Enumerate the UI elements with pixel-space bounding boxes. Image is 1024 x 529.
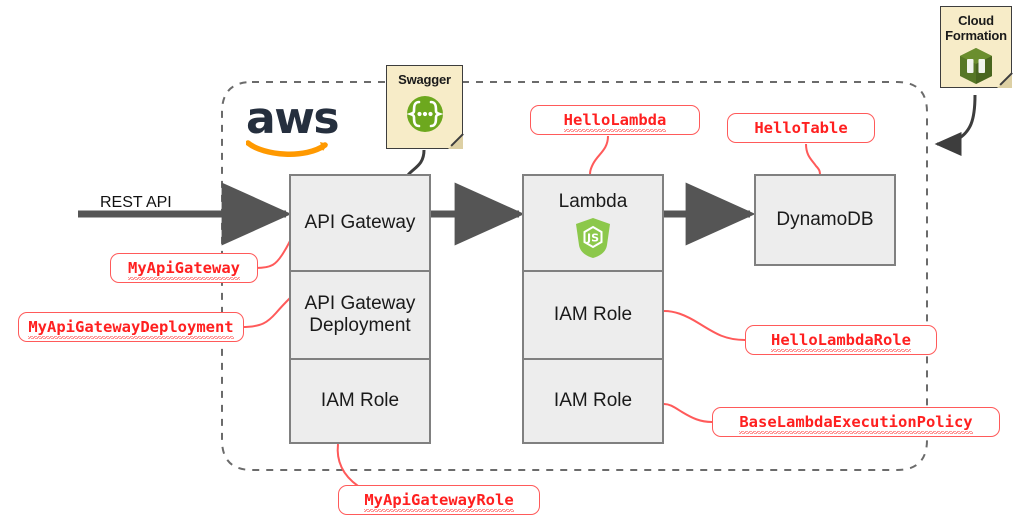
service-cell-api-gateway-deployment: API Gateway Deployment [291, 270, 429, 358]
resource-label-base-lambda-execution-policy-text: BaseLambdaExecutionPolicy [739, 412, 973, 434]
leader-hello-table [805, 143, 821, 177]
service-cell-dynamodb: DynamoDB [756, 176, 894, 264]
swagger-note-title: Swagger [398, 72, 451, 87]
resource-label-hello-lambda[interactable]: HelloLambda [530, 105, 700, 135]
resource-label-hello-table[interactable]: HelloTable [727, 113, 875, 143]
service-label-api-gateway-deployment-line2: Deployment [309, 315, 411, 336]
aws-logo-wordmark: aws [246, 93, 340, 144]
service-label-api-gateway-deployment-line1: API Gateway [304, 292, 416, 314]
rest-api-caption: REST API [100, 194, 172, 211]
service-label-api-gateway-iam-role: IAM Role [320, 389, 400, 411]
dynamodb-box: DynamoDB [754, 174, 896, 266]
resource-label-my-api-gateway-text: MyApiGateway [128, 258, 240, 280]
service-cell-lambda: Lambda JS [524, 176, 662, 270]
cloudformation-note: Cloud Formation [940, 6, 1013, 88]
resource-label-my-api-gateway[interactable]: MyApiGateway [110, 253, 258, 283]
aws-logo: aws [246, 93, 340, 157]
resource-label-base-lambda-execution-policy[interactable]: BaseLambdaExecutionPolicy [712, 407, 1000, 437]
resource-label-hello-lambda-text: HelloLambda [563, 110, 667, 132]
resource-label-my-api-gateway-deployment-text: MyApiGatewayDeployment [28, 317, 234, 339]
service-cell-lambda-iam-role-1: IAM Role [524, 270, 662, 358]
cloudformation-cube-icon [960, 48, 992, 85]
cloudformation-note-title-line1: Cloud [958, 13, 994, 28]
leader-hello-lambda [589, 135, 609, 177]
service-label-dynamodb: DynamoDB [776, 208, 874, 230]
swagger-note: Swagger [386, 65, 464, 149]
cloudformation-note-title-line2: Formation [945, 27, 1007, 43]
service-label-lambda: Lambda [558, 191, 628, 213]
lambda-stack: Lambda JS IAM Role IAM Role [522, 174, 664, 444]
nodejs-icon: JS [576, 217, 610, 258]
leader-base-lambda-execution-policy [663, 403, 713, 423]
service-label-api-gateway: API Gateway [304, 211, 416, 233]
service-cell-lambda-iam-role-2: IAM Role [524, 358, 662, 442]
svg-text:JS: JS [586, 231, 599, 244]
cloudformation-to-boundary-arrow [934, 94, 977, 156]
api-gateway-stack: API Gateway API Gateway Deployment IAM R… [289, 174, 431, 444]
resource-label-hello-table-text: HelloTable [754, 118, 848, 137]
service-label-lambda-iam-role-2: IAM Role [553, 389, 633, 411]
leader-my-api-gateway-deployment [241, 297, 291, 328]
resource-label-my-api-gateway-deployment[interactable]: MyApiGatewayDeployment [18, 312, 244, 342]
service-cell-api-gateway: API Gateway [291, 176, 429, 270]
leader-my-api-gateway [255, 240, 291, 269]
service-cell-api-gateway-iam-role: IAM Role [291, 358, 429, 442]
resource-label-my-api-gateway-role-text: MyApiGatewayRole [364, 490, 514, 512]
resource-label-my-api-gateway-role[interactable]: MyApiGatewayRole [338, 485, 540, 515]
service-label-lambda-iam-role-1: IAM Role [553, 303, 633, 325]
diagram-canvas: REST API aws Swagger Cloud Formation API… [0, 0, 1024, 529]
leader-hello-lambda-role [663, 310, 746, 341]
swagger-braces-icon [405, 95, 444, 132]
resource-label-hello-lambda-role[interactable]: HelloLambdaRole [745, 325, 937, 355]
resource-label-hello-lambda-role-text: HelloLambdaRole [771, 330, 911, 352]
